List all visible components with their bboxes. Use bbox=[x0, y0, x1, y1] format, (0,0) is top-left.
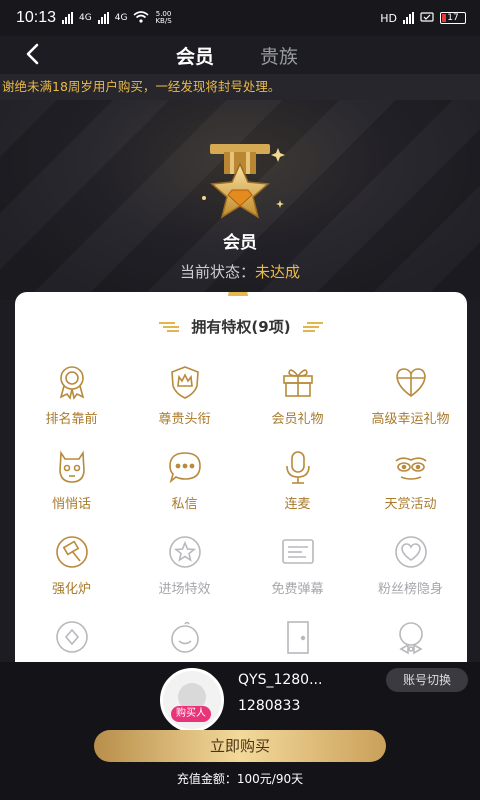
heart-hidden-icon bbox=[394, 536, 427, 568]
privilege-forge[interactable]: 强化炉 bbox=[15, 532, 128, 617]
decoration-right-icon bbox=[302, 322, 323, 332]
network-type: 4G bbox=[79, 13, 92, 23]
recharge-value: 100元/90天 bbox=[236, 772, 304, 786]
membership-title: 会员 bbox=[223, 233, 257, 253]
bowtie-icon bbox=[398, 622, 423, 655]
membership-status: 当前状态：未达成 bbox=[179, 263, 301, 281]
clock: 10:13 bbox=[16, 9, 57, 26]
recharge-amount: 充值金额：100元/90天 bbox=[176, 772, 304, 786]
privilege-item-13[interactable] bbox=[15, 617, 128, 662]
privilege-title[interactable]: 尊贵头衔 bbox=[128, 362, 241, 447]
tab-member[interactable]: 会员 bbox=[176, 42, 214, 69]
tab-noble[interactable]: 贵族 bbox=[260, 42, 298, 69]
decoration-left-icon bbox=[159, 322, 180, 332]
crown-icon bbox=[228, 292, 248, 296]
hammer-icon bbox=[55, 536, 88, 568]
door-icon bbox=[286, 621, 309, 654]
buyer-badge: 购买人 bbox=[171, 706, 211, 722]
barrage-icon bbox=[281, 539, 314, 564]
hd-indicator: HD bbox=[380, 11, 397, 25]
privilege-item-14[interactable] bbox=[128, 617, 241, 662]
privileges-grid: 排名靠前 尊贵头衔 会员礼物 高级幸运礼物 悄悄话 私信 连麦 天赏活动 强化炉… bbox=[15, 362, 467, 662]
privilege-fan-list-hide[interactable]: 粉丝榜隐身 bbox=[354, 532, 467, 617]
medal-icon bbox=[59, 366, 84, 400]
net-speed: 5.00 KB/S bbox=[155, 10, 172, 25]
signal-icon bbox=[62, 12, 74, 24]
membership-hero: 会员 当前状态：未达成 bbox=[0, 100, 480, 300]
privileges-card: 拥有特权(9项) 排名靠前 尊贵头衔 会员礼物 高级幸运礼物 悄悄话 私信 连麦… bbox=[15, 292, 467, 662]
switch-account-button[interactable]: 账号切换 bbox=[386, 668, 468, 692]
mask-icon bbox=[394, 457, 427, 480]
face-icon bbox=[170, 621, 199, 653]
star-circle-icon bbox=[168, 536, 201, 568]
privilege-entry-effect[interactable]: 进场特效 bbox=[128, 532, 241, 617]
gift-box-icon bbox=[282, 369, 313, 397]
purchase-panel: 购买人 QYS_1280... 1280833 账号切换 立即购买 充值金额：1… bbox=[0, 662, 480, 800]
wifi-icon bbox=[133, 9, 149, 27]
privilege-mic-link[interactable]: 连麦 bbox=[241, 447, 354, 532]
network-type: 4G bbox=[114, 13, 128, 23]
user-id: 1280833 bbox=[238, 698, 301, 714]
privilege-reward-event[interactable]: 天赏活动 bbox=[354, 447, 467, 532]
back-arrow-icon[interactable] bbox=[22, 42, 46, 66]
privilege-rank-top[interactable]: 排名靠前 bbox=[15, 362, 128, 447]
signal-icon bbox=[97, 12, 109, 24]
avatar[interactable] bbox=[160, 668, 224, 732]
age-notice: 谢绝未满18周岁用户购买，一经发现将封号处理。 bbox=[0, 74, 480, 100]
privilege-item-16[interactable] bbox=[354, 617, 467, 662]
message-bubble-icon bbox=[168, 452, 201, 484]
privilege-item-15[interactable] bbox=[241, 617, 354, 662]
crown-shield-icon bbox=[170, 366, 199, 399]
member-badge-icon bbox=[202, 144, 285, 219]
buy-now-button[interactable]: 立即购买 bbox=[94, 730, 386, 762]
status-value: 未达成 bbox=[255, 263, 301, 281]
whisper-icon bbox=[58, 450, 85, 483]
microphone-icon bbox=[285, 451, 310, 484]
privilege-private-message[interactable]: 私信 bbox=[128, 447, 241, 532]
signal-icon bbox=[403, 12, 414, 24]
privileges-title: 拥有特权(9项) bbox=[191, 317, 291, 336]
nav-header: 会员 贵族 bbox=[0, 36, 480, 74]
privilege-lucky-gift[interactable]: 高级幸运礼物 bbox=[354, 362, 467, 447]
coin-icon bbox=[55, 621, 88, 653]
heart-gift-icon bbox=[395, 368, 426, 397]
status-bar: 10:13 4G 4G 5.00 KB/S HD 17 bbox=[0, 0, 480, 36]
privilege-member-gift[interactable]: 会员礼物 bbox=[241, 362, 354, 447]
alarm-icon bbox=[420, 11, 434, 26]
privilege-free-barrage[interactable]: 免费弹幕 bbox=[241, 532, 354, 617]
battery-icon: 17 bbox=[440, 12, 466, 24]
privilege-whisper[interactable]: 悄悄话 bbox=[15, 447, 128, 532]
username: QYS_1280... bbox=[238, 672, 323, 688]
